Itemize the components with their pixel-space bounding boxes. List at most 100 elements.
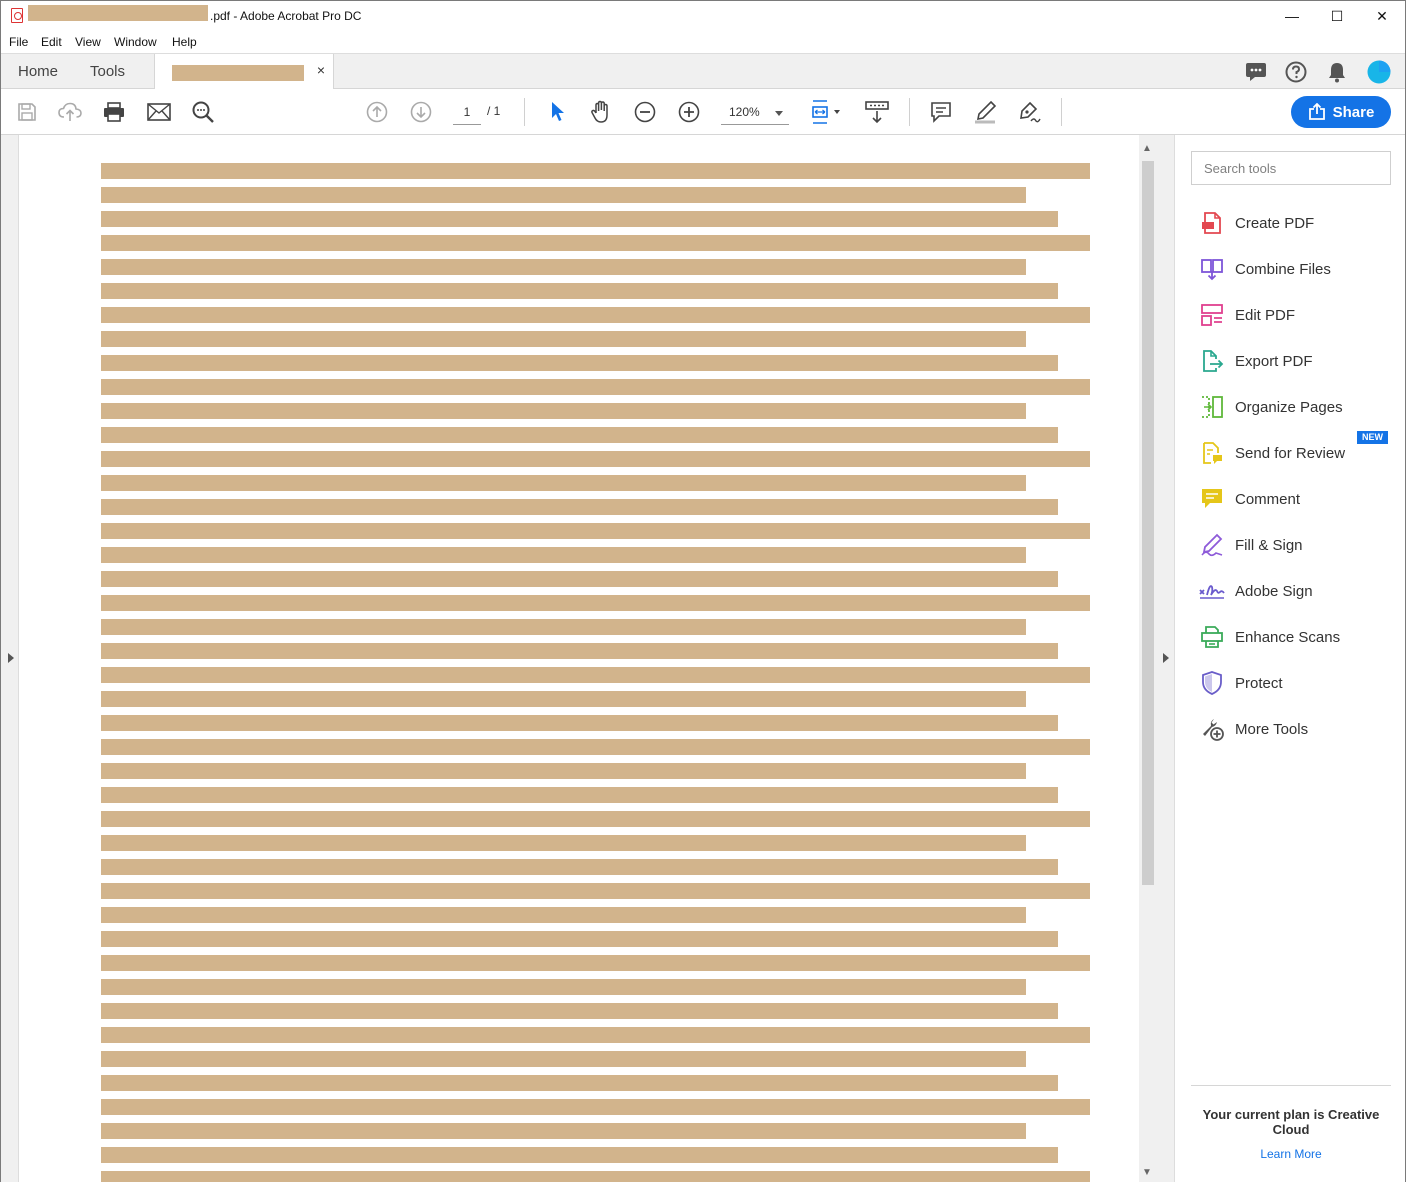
- redacted-text-line: [101, 667, 1090, 683]
- redacted-text-line: [101, 595, 1090, 611]
- plan-divider: [1191, 1085, 1391, 1086]
- left-pane-toggle[interactable]: [1, 135, 19, 1182]
- expand-left-arrow-icon: [8, 653, 14, 663]
- menu-view[interactable]: View: [75, 35, 101, 49]
- window-title: .pdf - Adobe Acrobat Pro DC: [210, 9, 362, 23]
- right-pane-toggle[interactable]: [1157, 135, 1175, 1182]
- close-window-button[interactable]: ✕: [1359, 1, 1405, 31]
- comment-icon[interactable]: [929, 100, 953, 124]
- enhance-scans-icon: [1199, 624, 1225, 650]
- redacted-text-line: [101, 163, 1090, 179]
- tool-enhance-scans[interactable]: Enhance Scans: [1199, 620, 1399, 654]
- share-button[interactable]: Share: [1291, 96, 1391, 128]
- redacted-text-line: [101, 187, 1026, 203]
- tool-label: Create PDF: [1235, 214, 1315, 232]
- tool-label: Protect: [1235, 674, 1283, 692]
- next-page-icon[interactable]: [409, 100, 433, 124]
- menu-edit[interactable]: Edit: [41, 35, 62, 49]
- tab-home[interactable]: Home: [18, 63, 58, 80]
- scroll-up-arrow-icon[interactable]: ▲: [1142, 143, 1152, 154]
- comment-tool-icon: [1199, 486, 1225, 512]
- zoom-in-icon[interactable]: [677, 100, 701, 124]
- find-text-icon[interactable]: [191, 100, 215, 124]
- search-tools-input[interactable]: [1191, 151, 1391, 185]
- redacted-text-line: [101, 859, 1058, 875]
- vertical-scrollbar[interactable]: ▲ ▼: [1139, 135, 1157, 1182]
- tool-export-pdf[interactable]: Export PDF: [1199, 344, 1399, 378]
- learn-more-link[interactable]: Learn More: [1191, 1147, 1391, 1161]
- tool-edit-pdf[interactable]: Edit PDF: [1199, 298, 1399, 332]
- menu-file[interactable]: File: [9, 35, 28, 49]
- hand-tool-icon[interactable]: [589, 100, 613, 124]
- tool-label: Fill & Sign: [1235, 536, 1303, 554]
- scrollbar-thumb[interactable]: [1142, 161, 1154, 885]
- redacted-text-line: [101, 307, 1090, 323]
- help-icon[interactable]: [1284, 60, 1308, 84]
- redacted-text-line: [101, 907, 1026, 923]
- maximize-button[interactable]: ☐: [1314, 1, 1360, 31]
- adobe-sign-icon: [1199, 578, 1225, 604]
- tool-combine-files[interactable]: Combine Files: [1199, 252, 1399, 286]
- previous-page-icon[interactable]: [365, 100, 389, 124]
- tool-label: More Tools: [1235, 720, 1309, 738]
- minimize-button[interactable]: —: [1269, 1, 1315, 31]
- tool-label: Edit PDF: [1235, 306, 1296, 324]
- redacted-text-line: [101, 259, 1026, 275]
- page-number-input[interactable]: 1: [453, 103, 481, 125]
- tool-label: Comment: [1235, 490, 1301, 508]
- print-icon[interactable]: [102, 100, 126, 124]
- highlight-icon[interactable]: [973, 100, 997, 124]
- redacted-text-line: [101, 1003, 1058, 1019]
- avatar[interactable]: [1367, 60, 1391, 84]
- more-tools-icon: [1199, 716, 1225, 742]
- redacted-text-line: [101, 475, 1026, 491]
- collapse-right-arrow-icon: [1163, 653, 1169, 663]
- redacted-text-line: [101, 835, 1026, 851]
- scroll-mode-icon[interactable]: [865, 100, 889, 124]
- tool-adobe-sign[interactable]: Adobe Sign: [1199, 574, 1399, 608]
- zoom-out-icon[interactable]: [633, 100, 657, 124]
- zoom-level-select[interactable]: 120%: [721, 101, 789, 125]
- tool-organize-pages[interactable]: Organize Pages: [1199, 390, 1399, 424]
- tool-fill-sign[interactable]: Fill & Sign: [1199, 528, 1399, 562]
- menu-window[interactable]: Window: [114, 35, 157, 49]
- share-icon: [1308, 103, 1325, 120]
- tool-send-for-review[interactable]: Send for Review: [1199, 436, 1399, 470]
- upload-cloud-icon[interactable]: [58, 100, 82, 124]
- menu-help[interactable]: Help: [172, 35, 197, 49]
- tool-label: Send for Review: [1235, 444, 1346, 462]
- tool-label: Export PDF: [1235, 352, 1313, 370]
- menu-bar: File Edit View Window Help: [1, 31, 1405, 53]
- share-label: Share: [1332, 103, 1375, 121]
- redacted-text-line: [101, 355, 1058, 371]
- scroll-down-arrow-icon[interactable]: ▼: [1142, 1167, 1152, 1178]
- toolbar-divider: [524, 98, 525, 126]
- tool-more-tools[interactable]: More Tools: [1199, 712, 1399, 746]
- select-pointer-icon[interactable]: [546, 100, 570, 124]
- tab-tools[interactable]: Tools: [90, 63, 125, 80]
- sign-pen-icon[interactable]: [1017, 100, 1041, 124]
- email-icon[interactable]: [147, 100, 171, 124]
- save-icon[interactable]: [15, 100, 39, 124]
- redacted-text-line: [101, 1147, 1058, 1163]
- redacted-text-line: [101, 979, 1026, 995]
- tool-protect[interactable]: Protect: [1199, 666, 1399, 700]
- redacted-text-line: [101, 523, 1090, 539]
- redacted-text-line: [101, 619, 1026, 635]
- redacted-text-line: [101, 955, 1090, 971]
- close-tab-button[interactable]: ×: [317, 62, 325, 78]
- bell-icon[interactable]: [1325, 60, 1349, 84]
- redacted-text-line: [101, 1123, 1026, 1139]
- tool-comment[interactable]: Comment: [1199, 482, 1399, 516]
- document-view[interactable]: [19, 135, 1139, 1182]
- redacted-text-line: [101, 1099, 1090, 1115]
- chat-icon[interactable]: [1244, 60, 1268, 84]
- page-fit-icon[interactable]: [811, 100, 845, 124]
- toolbar: 1 / 1 120% Share: [1, 89, 1405, 135]
- redacted-text-line: [101, 883, 1090, 899]
- tool-create-pdf[interactable]: Create PDF: [1199, 206, 1399, 240]
- redacted-text-line: [101, 691, 1026, 707]
- tab-document[interactable]: ×: [154, 54, 334, 90]
- redacted-text-line: [101, 1051, 1026, 1067]
- redacted-text-line: [101, 763, 1026, 779]
